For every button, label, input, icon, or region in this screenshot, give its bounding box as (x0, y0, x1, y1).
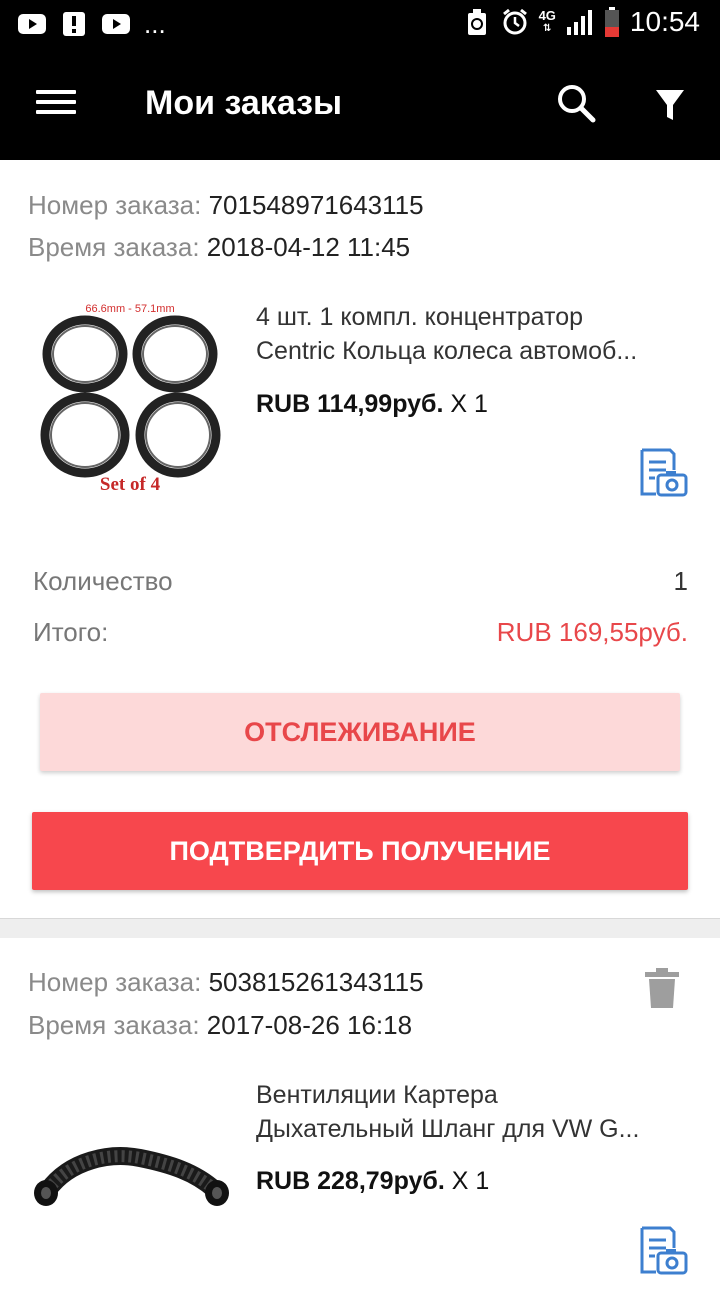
order-time-value-2: 2017-08-26 16:18 (206, 1010, 413, 1040)
confirm-receipt-button[interactable]: ПОДТВЕРДИТЬ ПОЛУЧЕНИЕ (32, 812, 688, 890)
product-title-2[interactable]: Вентиляции Картера Дыхательный Шланг для… (256, 1078, 696, 1146)
order-time-row: Время заказа: 2018-04-12 11:45 (28, 232, 410, 263)
quantity-label: Количество (33, 566, 173, 596)
price-quantity-2: X 1 (451, 1167, 490, 1195)
product-title-2-line-2: Дыхательный Шланг для VW G... (256, 1115, 640, 1143)
product-image-rings[interactable]: 66.6mm - 57.1mm Set of 4 (30, 292, 230, 502)
order-time-label: Время заказа: (28, 232, 200, 262)
youtube-notification-icon-2 (102, 12, 130, 36)
price-value: RUB 114,99руб. (256, 390, 444, 418)
network-type: 4G ⇅ (538, 8, 556, 34)
recycle-icon (463, 9, 491, 35)
order-number-value: 701548971643115 (208, 190, 424, 220)
app-bar: Мои заказы (0, 50, 720, 160)
order-number-value-2: 503815261343115 (208, 967, 424, 997)
youtube-notification-icon (18, 12, 46, 36)
order-number-row-2: Номер заказа: 503815261343115 (28, 967, 424, 998)
image-caption-size: 66.6mm - 57.1mm (85, 303, 174, 315)
receipt-photo-icon-2[interactable] (638, 1226, 688, 1276)
status-bar: ... 4G ⇅ 10:54 (0, 0, 720, 50)
order-number-row: Номер заказа: 701548971643115 (28, 190, 424, 221)
menu-icon[interactable] (30, 84, 82, 126)
order-separator (0, 918, 720, 938)
clock: 10:54 (629, 6, 700, 37)
more-notifications: ... (144, 9, 166, 39)
price-value-2: RUB 228,79руб. (256, 1167, 445, 1195)
total-row: Итого: RUB 169,55руб. (33, 617, 688, 648)
quantity-value: 1 (673, 566, 688, 596)
product-title-line-1: 4 шт. 1 компл. концентратор (256, 303, 584, 331)
order-time-value: 2018-04-12 11:45 (206, 232, 411, 262)
alarm-icon (501, 8, 529, 35)
product-price-2: RUB 228,79руб. X 1 (256, 1167, 489, 1196)
signal-icon (566, 10, 594, 35)
product-title[interactable]: 4 шт. 1 компл. концентратор Centric Коль… (256, 300, 696, 368)
total-label: Итого: (33, 617, 109, 647)
trash-icon[interactable] (645, 968, 679, 1008)
image-caption-set: Set of 4 (100, 474, 161, 495)
product-price: RUB 114,99руб. X 1 (256, 390, 488, 419)
product-image-hose[interactable] (30, 1080, 230, 1290)
order-time-row-2: Время заказа: 2017-08-26 16:18 (28, 1010, 412, 1041)
quantity-row: Количество 1 (33, 566, 688, 597)
page-title: Мои заказы (145, 84, 343, 122)
battery-icon (604, 7, 620, 37)
order-number-label: Номер заказа: (28, 190, 202, 220)
price-quantity: X 1 (450, 390, 488, 418)
receipt-photo-icon[interactable] (638, 448, 688, 498)
product-title-2-line-1: Вентиляции Картера (256, 1081, 498, 1109)
tracking-button[interactable]: ОТСЛЕЖИВАНИЕ (40, 693, 680, 771)
product-title-line-2: Centric Кольца колеса автомоб... (256, 337, 638, 365)
filter-icon[interactable] (648, 84, 692, 128)
order-time-label-2: Время заказа: (28, 1010, 200, 1040)
total-value: RUB 169,55руб. (496, 617, 688, 647)
search-icon[interactable] (555, 82, 599, 126)
order-number-label-2: Номер заказа: (28, 967, 202, 997)
alert-notification-icon (60, 12, 88, 36)
